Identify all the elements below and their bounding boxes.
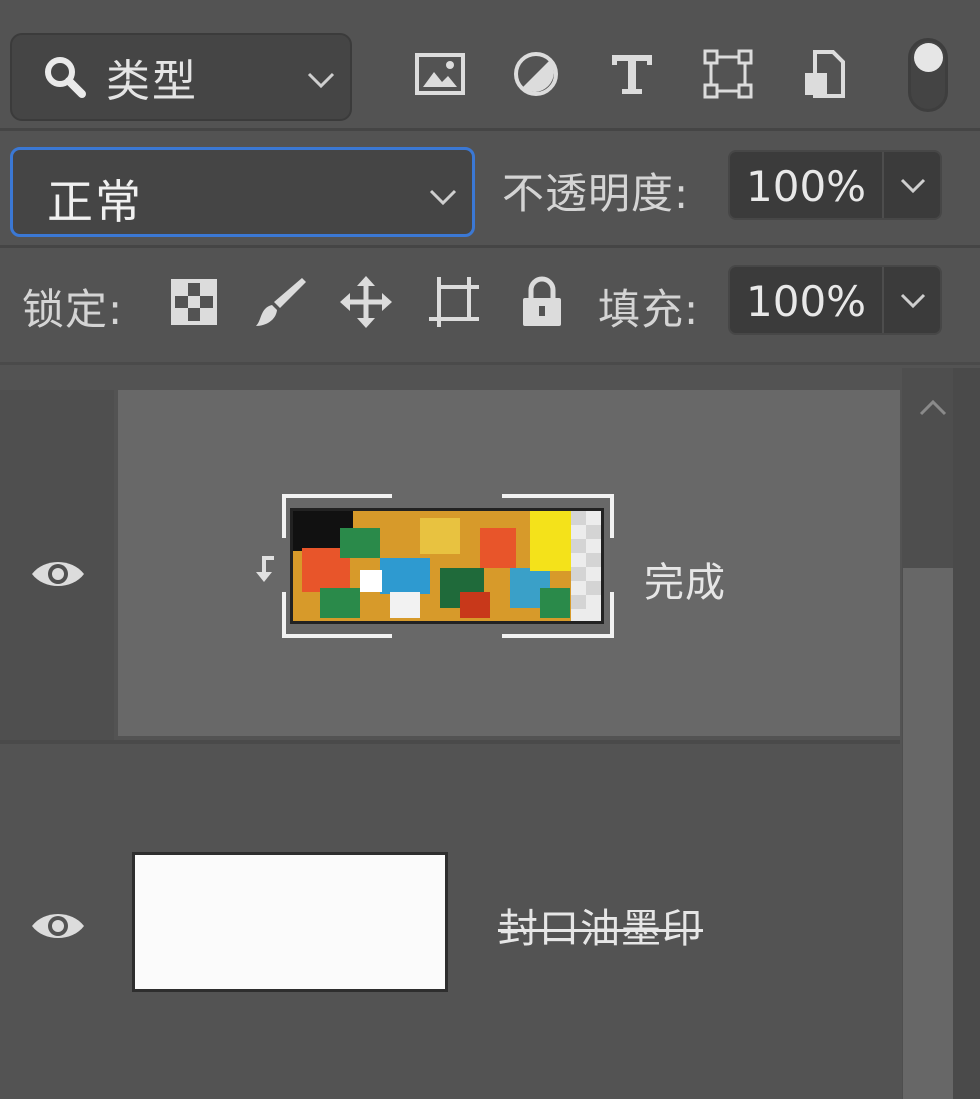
lock-image-pixels-button[interactable] xyxy=(250,272,310,332)
layer-name[interactable]: 完成 xyxy=(644,550,726,608)
type-filter-icon xyxy=(612,55,652,94)
chevron-down-icon xyxy=(429,189,457,206)
visibility-toggle[interactable] xyxy=(0,744,114,1099)
scrollbar-gutter xyxy=(953,368,980,1099)
layer-row-selected[interactable]: 完成 xyxy=(0,390,900,740)
eye-icon xyxy=(32,914,84,938)
lock-position-button[interactable] xyxy=(336,272,396,332)
lock-all-button[interactable] xyxy=(512,272,572,332)
filter-kind-label: 类型 xyxy=(106,56,198,107)
lock-artboard-icon xyxy=(429,277,479,327)
fill-field[interactable]: 100% xyxy=(728,265,942,335)
filter-adjustment-layers-button[interactable] xyxy=(508,46,564,102)
layer-list: 完成 封口油墨印 xyxy=(0,390,900,1099)
adjustment-filter-icon xyxy=(514,52,558,96)
filter-pixel-layers-button[interactable] xyxy=(412,46,468,102)
layer-name[interactable]: 封口油墨印 xyxy=(498,896,703,954)
blend-mode-select[interactable]: 正常 xyxy=(10,147,475,237)
search-icon xyxy=(45,57,86,98)
fill-label: 填充: xyxy=(598,285,700,334)
layer-thumbnail xyxy=(132,852,448,992)
visibility-toggle[interactable] xyxy=(0,390,114,740)
opacity-label: 不透明度: xyxy=(502,169,690,218)
lock-label: 锁定: xyxy=(22,285,124,334)
lock-position-icon xyxy=(340,276,392,328)
fill-value[interactable]: 100% xyxy=(746,277,866,326)
lock-transparent-pixels-button[interactable] xyxy=(164,272,224,332)
divider xyxy=(0,128,980,131)
filter-shape-layers-button[interactable] xyxy=(700,46,756,102)
shape-filter-icon xyxy=(703,49,753,99)
layer-filter-kind-select[interactable]: 类型 xyxy=(10,33,352,121)
eye-icon xyxy=(32,562,84,586)
layer-row-body[interactable]: 封口油墨印 xyxy=(118,744,900,1099)
image-filter-icon xyxy=(415,53,465,95)
chevron-down-icon[interactable] xyxy=(898,291,928,311)
smart-object-filter-icon xyxy=(805,50,845,98)
field-separator xyxy=(882,267,884,333)
opacity-field[interactable]: 100% xyxy=(728,150,942,220)
opacity-value[interactable]: 100% xyxy=(746,162,866,211)
field-separator xyxy=(882,152,884,218)
lock-image-icon xyxy=(256,278,306,326)
filter-smart-objects-button[interactable] xyxy=(796,46,852,102)
layer-row-body[interactable]: 完成 xyxy=(118,390,900,736)
scrollbar-thumb[interactable] xyxy=(903,568,953,1099)
layer-thumbnail xyxy=(290,508,604,624)
chevron-down-icon[interactable] xyxy=(898,176,928,196)
divider xyxy=(0,245,980,248)
clipping-arrow-icon xyxy=(256,556,274,582)
toggle-knob xyxy=(914,43,943,72)
lock-transparent-icon xyxy=(171,279,217,325)
blend-mode-value: 正常 xyxy=(47,175,143,229)
divider xyxy=(0,362,980,365)
layer-row[interactable]: 封口油墨印 xyxy=(0,744,900,1099)
chevron-down-icon xyxy=(307,72,335,89)
lock-all-icon xyxy=(523,276,561,326)
lock-artboard-button[interactable] xyxy=(424,272,484,332)
chevron-up-icon[interactable] xyxy=(916,396,950,420)
filter-toggle-switch[interactable] xyxy=(908,38,948,112)
filter-type-layers-button[interactable] xyxy=(604,46,660,102)
